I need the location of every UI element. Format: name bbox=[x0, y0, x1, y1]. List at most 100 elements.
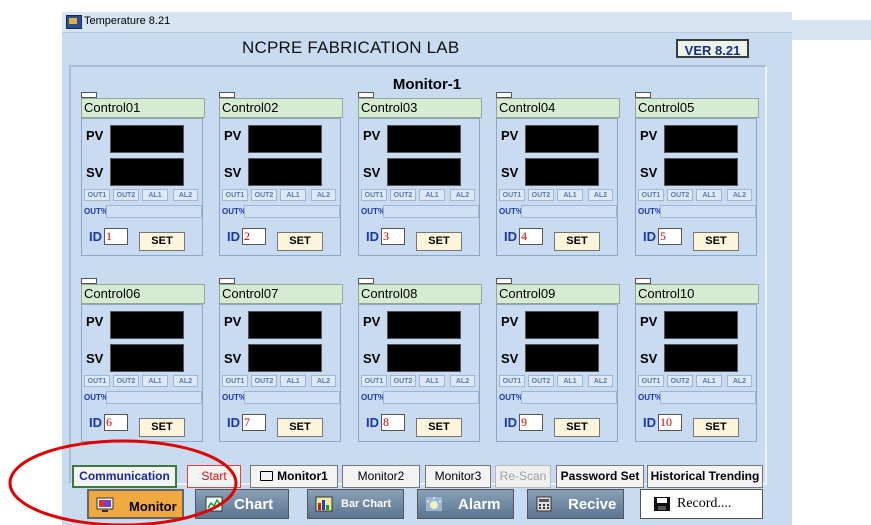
set-button[interactable]: SET bbox=[693, 232, 739, 251]
id-value[interactable]: 7 bbox=[242, 414, 266, 431]
controller-name: Control03 bbox=[358, 98, 482, 118]
controller-name: Control04 bbox=[496, 98, 620, 118]
set-button[interactable]: SET bbox=[139, 418, 185, 437]
alarm-light-icon bbox=[426, 497, 442, 511]
pv-display bbox=[248, 125, 322, 153]
title-bar: Temperature 8.21 bbox=[62, 12, 792, 33]
controller-name: Control01 bbox=[81, 98, 205, 118]
led-indicator: OUT1 bbox=[499, 189, 525, 201]
led-indicator: AL2 bbox=[173, 375, 198, 387]
id-value[interactable]: 10 bbox=[658, 414, 682, 431]
led-indicator: AL1 bbox=[557, 189, 583, 201]
led-indicator: AL2 bbox=[450, 375, 475, 387]
chart-nav-button[interactable]: Chart bbox=[195, 489, 289, 519]
id-value[interactable]: 1 bbox=[104, 228, 128, 245]
communication-button[interactable]: Communication bbox=[72, 465, 177, 488]
password-set-button[interactable]: Password Set bbox=[556, 465, 644, 488]
out-percent-label: OUT% bbox=[499, 393, 523, 402]
monitor1-button[interactable]: Monitor1 bbox=[250, 465, 338, 488]
monitor-nav-button[interactable]: Monitor bbox=[87, 489, 184, 519]
led-indicator: AL1 bbox=[557, 375, 583, 387]
monitor-title: Monitor-1 bbox=[392, 76, 462, 93]
set-button[interactable]: SET bbox=[277, 418, 323, 437]
set-button[interactable]: SET bbox=[139, 232, 185, 251]
id-value[interactable]: 4 bbox=[519, 228, 543, 245]
recive-nav-button[interactable]: Recive bbox=[527, 489, 624, 519]
out-percent-bar bbox=[106, 205, 202, 218]
controller-name: Control08 bbox=[358, 284, 482, 304]
calculator-icon bbox=[536, 496, 552, 512]
start-button[interactable]: Start bbox=[187, 465, 241, 488]
id-label: ID bbox=[227, 229, 240, 244]
app-window: Temperature 8.21 NCPRE FABRICATION LAB V… bbox=[62, 12, 792, 525]
led-indicator: AL2 bbox=[727, 189, 752, 201]
bar-chart-icon bbox=[315, 496, 333, 512]
id-label: ID bbox=[504, 229, 517, 244]
led-indicator: OUT1 bbox=[638, 375, 664, 387]
sv-display bbox=[248, 158, 322, 186]
out-percent-bar bbox=[383, 391, 479, 404]
id-value[interactable]: 8 bbox=[381, 414, 405, 431]
monitor2-button[interactable]: Monitor2 bbox=[342, 465, 420, 488]
controller-panel: Control06 PV SV OUT1 OUT2 AL1 AL2 OUT% ID 6 SET bbox=[81, 278, 205, 450]
alarm-nav-button[interactable]: Alarm bbox=[417, 489, 514, 519]
id-label: ID bbox=[89, 229, 102, 244]
out-percent-bar bbox=[383, 205, 479, 218]
historical-trending-button[interactable]: Historical Trending bbox=[647, 465, 763, 488]
led-indicator: OUT1 bbox=[638, 189, 664, 201]
id-value[interactable]: 3 bbox=[381, 228, 405, 245]
pv-display bbox=[525, 125, 599, 153]
out-percent-label: OUT% bbox=[84, 393, 108, 402]
sv-label: SV bbox=[363, 351, 381, 366]
set-button[interactable]: SET bbox=[693, 418, 739, 437]
pv-label: PV bbox=[363, 128, 381, 143]
record-nav-button[interactable]: Record.... bbox=[640, 489, 763, 519]
led-indicator: OUT2 bbox=[113, 375, 139, 387]
out-percent-bar bbox=[660, 205, 756, 218]
id-value[interactable]: 2 bbox=[242, 228, 266, 245]
id-label: ID bbox=[643, 415, 656, 430]
set-button[interactable]: SET bbox=[554, 232, 600, 251]
id-value[interactable]: 5 bbox=[658, 228, 682, 245]
sv-label: SV bbox=[86, 351, 104, 366]
led-indicator: AL2 bbox=[311, 375, 336, 387]
controller-panel: Control08 PV SV OUT1 OUT2 AL1 AL2 OUT% ID 8 SET bbox=[358, 278, 482, 450]
id-value[interactable]: 6 bbox=[104, 414, 128, 431]
pv-label: PV bbox=[363, 314, 381, 329]
rescan-button[interactable]: Re-Scan bbox=[495, 465, 551, 488]
led-indicator: AL1 bbox=[419, 189, 445, 201]
set-button[interactable]: SET bbox=[554, 418, 600, 437]
lab-title: NCPRE FABRICATION LAB bbox=[242, 38, 460, 57]
set-button[interactable]: SET bbox=[416, 418, 462, 437]
set-button[interactable]: SET bbox=[277, 232, 323, 251]
led-indicator: AL2 bbox=[588, 189, 613, 201]
set-button[interactable]: SET bbox=[416, 232, 462, 251]
out-percent-label: OUT% bbox=[361, 207, 385, 216]
pv-label: PV bbox=[501, 314, 519, 329]
bar-chart-nav-button[interactable]: Bar Chart bbox=[307, 489, 404, 519]
monitor-nav-label: Monitor bbox=[129, 499, 177, 514]
led-indicator: OUT2 bbox=[390, 189, 416, 201]
led-indicator: OUT2 bbox=[251, 375, 277, 387]
controller-name: Control06 bbox=[81, 284, 205, 304]
sv-label: SV bbox=[640, 165, 658, 180]
pv-display bbox=[387, 311, 461, 339]
led-indicator: AL1 bbox=[142, 189, 168, 201]
led-indicator: OUT1 bbox=[499, 375, 525, 387]
sv-display bbox=[525, 344, 599, 372]
sv-label: SV bbox=[363, 165, 381, 180]
pv-display bbox=[664, 125, 738, 153]
led-indicator: AL2 bbox=[311, 189, 336, 201]
out-percent-label: OUT% bbox=[222, 207, 246, 216]
led-indicator: AL1 bbox=[280, 375, 306, 387]
controller-panel: Control05 PV SV OUT1 OUT2 AL1 AL2 OUT% ID 5 SET bbox=[635, 92, 759, 264]
out-percent-bar bbox=[106, 391, 202, 404]
controller-name: Control07 bbox=[219, 284, 343, 304]
led-indicator: AL2 bbox=[727, 375, 752, 387]
monitor3-button[interactable]: Monitor3 bbox=[425, 465, 491, 488]
id-value[interactable]: 9 bbox=[519, 414, 543, 431]
controller-panel: Control03 PV SV OUT1 OUT2 AL1 AL2 OUT% ID 3 SET bbox=[358, 92, 482, 264]
sv-display bbox=[387, 344, 461, 372]
title-bar-extension bbox=[792, 20, 871, 40]
out-percent-label: OUT% bbox=[638, 207, 662, 216]
